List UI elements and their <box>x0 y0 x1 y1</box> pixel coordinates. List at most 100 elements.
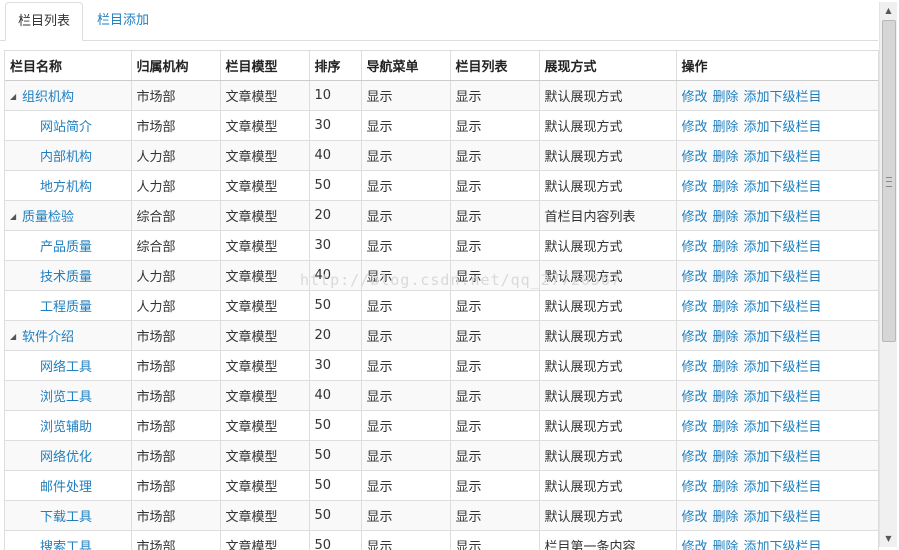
edit-link[interactable]: 修改 <box>682 90 708 105</box>
vertical-scrollbar[interactable]: ▲ ▼ <box>879 2 897 547</box>
delete-link[interactable]: 删除 <box>713 180 739 195</box>
delete-link[interactable]: 删除 <box>713 360 739 375</box>
add-child-column-link[interactable]: 添加下级栏目 <box>744 150 822 165</box>
edit-link[interactable]: 修改 <box>682 360 708 375</box>
cell-model: 文章模型 <box>220 261 309 291</box>
cell-actions: 修改删除添加下级栏目 <box>676 201 878 231</box>
add-child-column-link[interactable]: 添加下级栏目 <box>744 390 822 405</box>
scrollbar-thumb[interactable] <box>882 20 896 342</box>
edit-link[interactable]: 修改 <box>682 450 708 465</box>
column-name-link[interactable]: 网络优化 <box>40 450 92 465</box>
cell-model: 文章模型 <box>220 201 309 231</box>
tree-expanded-icon[interactable]: ◢ <box>10 332 20 341</box>
add-child-column-link[interactable]: 添加下级栏目 <box>744 120 822 135</box>
column-name-link[interactable]: 邮件处理 <box>40 480 92 495</box>
cell-list: 显示 <box>450 231 539 261</box>
edit-link[interactable]: 修改 <box>682 300 708 315</box>
cell-model: 文章模型 <box>220 171 309 201</box>
delete-link[interactable]: 删除 <box>713 150 739 165</box>
add-child-column-link[interactable]: 添加下级栏目 <box>744 90 822 105</box>
delete-link[interactable]: 删除 <box>713 330 739 345</box>
edit-link[interactable]: 修改 <box>682 510 708 525</box>
column-name-link[interactable]: 组织机构 <box>22 90 74 105</box>
cell-org: 市场部 <box>131 531 220 550</box>
cell-nav: 显示 <box>361 171 450 201</box>
column-name-link[interactable]: 网站简介 <box>40 120 92 135</box>
delete-link[interactable]: 删除 <box>713 510 739 525</box>
column-name-link[interactable]: 软件介绍 <box>22 330 74 345</box>
column-table: 栏目名称 归属机构 栏目模型 排序 导航菜单 栏目列表 展现方式 操作 ◢组织机… <box>5 51 878 550</box>
delete-link[interactable]: 删除 <box>713 480 739 495</box>
delete-link[interactable]: 删除 <box>713 270 739 285</box>
delete-link[interactable]: 删除 <box>713 210 739 225</box>
column-name-link[interactable]: 浏览辅助 <box>40 420 92 435</box>
add-child-column-link[interactable]: 添加下级栏目 <box>744 450 822 465</box>
cell-list: 显示 <box>450 291 539 321</box>
delete-link[interactable]: 删除 <box>713 390 739 405</box>
column-name-link[interactable]: 下载工具 <box>40 510 92 525</box>
cell-nav: 显示 <box>361 441 450 471</box>
add-child-column-link[interactable]: 添加下级栏目 <box>744 240 822 255</box>
delete-link[interactable]: 删除 <box>713 120 739 135</box>
column-name-link[interactable]: 地方机构 <box>40 180 92 195</box>
cell-sort: 30 <box>309 351 361 381</box>
cell-list: 显示 <box>450 441 539 471</box>
add-child-column-link[interactable]: 添加下级栏目 <box>744 180 822 195</box>
add-child-column-link[interactable]: 添加下级栏目 <box>744 510 822 525</box>
column-name-link[interactable]: 网络工具 <box>40 360 92 375</box>
table-row: 网站简介市场部文章模型30显示显示默认展现方式修改删除添加下级栏目 <box>5 111 878 141</box>
add-child-column-link[interactable]: 添加下级栏目 <box>744 270 822 285</box>
table-body: ◢组织机构市场部文章模型10显示显示默认展现方式修改删除添加下级栏目网站简介市场… <box>5 81 878 550</box>
cell-list: 显示 <box>450 471 539 501</box>
cell-display: 默认展现方式 <box>539 321 676 351</box>
edit-link[interactable]: 修改 <box>682 270 708 285</box>
add-child-column-link[interactable]: 添加下级栏目 <box>744 360 822 375</box>
column-name-link[interactable]: 产品质量 <box>40 240 92 255</box>
delete-link[interactable]: 删除 <box>713 450 739 465</box>
cell-model: 文章模型 <box>220 441 309 471</box>
delete-link[interactable]: 删除 <box>713 90 739 105</box>
add-child-column-link[interactable]: 添加下级栏目 <box>744 300 822 315</box>
cell-name: 邮件处理 <box>5 471 131 501</box>
add-child-column-link[interactable]: 添加下级栏目 <box>744 480 822 495</box>
cell-name: 地方机构 <box>5 171 131 201</box>
scroll-up-arrow-icon[interactable]: ▲ <box>880 2 897 19</box>
cell-name: 工程质量 <box>5 291 131 321</box>
edit-link[interactable]: 修改 <box>682 330 708 345</box>
add-child-column-link[interactable]: 添加下级栏目 <box>744 330 822 345</box>
tree-expanded-icon[interactable]: ◢ <box>10 212 20 221</box>
scroll-down-arrow-icon[interactable]: ▼ <box>880 530 897 547</box>
cell-name: 浏览辅助 <box>5 411 131 441</box>
edit-link[interactable]: 修改 <box>682 420 708 435</box>
column-name-link[interactable]: 质量检验 <box>22 210 74 225</box>
tree-expanded-icon[interactable]: ◢ <box>10 92 20 101</box>
edit-link[interactable]: 修改 <box>682 150 708 165</box>
edit-link[interactable]: 修改 <box>682 390 708 405</box>
add-child-column-link[interactable]: 添加下级栏目 <box>744 210 822 225</box>
cell-model: 文章模型 <box>220 231 309 261</box>
edit-link[interactable]: 修改 <box>682 180 708 195</box>
column-name-link[interactable]: 浏览工具 <box>40 390 92 405</box>
delete-link[interactable]: 删除 <box>713 240 739 255</box>
cell-org: 市场部 <box>131 351 220 381</box>
cell-model: 文章模型 <box>220 411 309 441</box>
add-child-column-link[interactable]: 添加下级栏目 <box>744 420 822 435</box>
tab-column-list[interactable]: 栏目列表 <box>5 2 83 41</box>
cell-sort: 40 <box>309 261 361 291</box>
tab-column-add[interactable]: 栏目添加 <box>85 2 161 39</box>
cell-nav: 显示 <box>361 231 450 261</box>
table-row: 网络工具市场部文章模型30显示显示默认展现方式修改删除添加下级栏目 <box>5 351 878 381</box>
column-name-link[interactable]: 内部机构 <box>40 150 92 165</box>
table-row: 浏览辅助市场部文章模型50显示显示默认展现方式修改删除添加下级栏目 <box>5 411 878 441</box>
table-row: 网络优化市场部文章模型50显示显示默认展现方式修改删除添加下级栏目 <box>5 441 878 471</box>
delete-link[interactable]: 删除 <box>713 300 739 315</box>
edit-link[interactable]: 修改 <box>682 240 708 255</box>
edit-link[interactable]: 修改 <box>682 210 708 225</box>
cell-display: 默认展现方式 <box>539 141 676 171</box>
edit-link[interactable]: 修改 <box>682 120 708 135</box>
column-name-link[interactable]: 技术质量 <box>40 270 92 285</box>
edit-link[interactable]: 修改 <box>682 480 708 495</box>
cell-nav: 显示 <box>361 471 450 501</box>
delete-link[interactable]: 删除 <box>713 420 739 435</box>
column-name-link[interactable]: 工程质量 <box>40 300 92 315</box>
